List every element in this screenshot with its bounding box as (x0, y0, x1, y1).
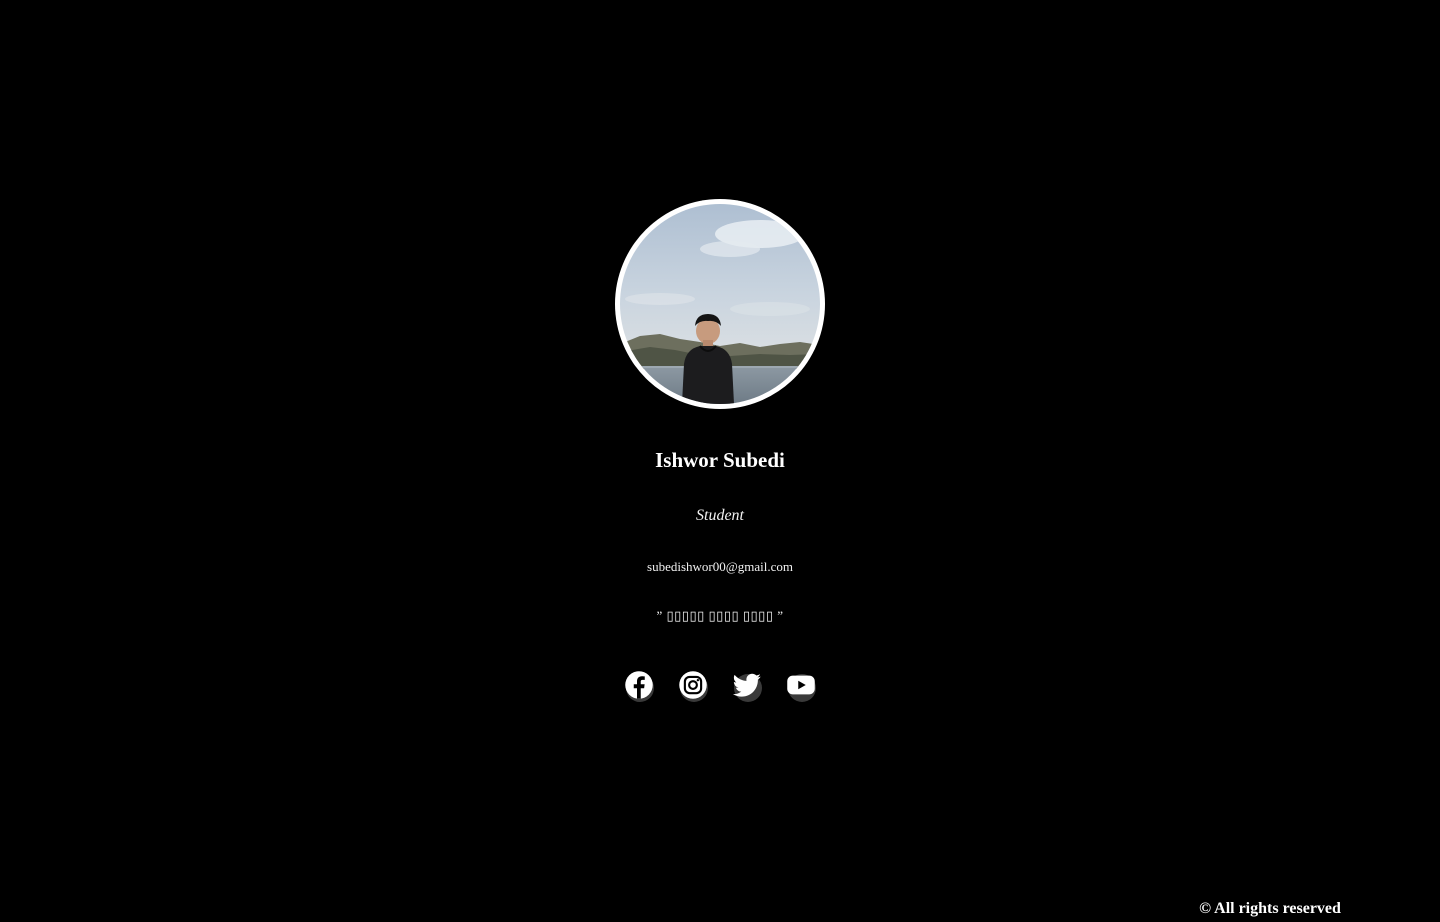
instagram-link[interactable] (676, 668, 710, 702)
facebook-link[interactable] (622, 668, 656, 702)
profile-name: Ishwor Subedi (655, 448, 785, 472)
social-links (622, 668, 822, 704)
twitter-icon (732, 673, 761, 697)
facebook-icon (625, 671, 653, 699)
youtube-icon (787, 675, 815, 695)
twitter-link[interactable] (730, 668, 764, 702)
copyright-text: © All rights reserved (1199, 900, 1341, 917)
profile-role: Student (696, 507, 744, 524)
youtube-link[interactable] (784, 668, 818, 702)
avatar-photo (620, 204, 820, 404)
profile-card: Ishwor Subedi Student subedishwor00@gmai… (0, 0, 1440, 922)
profile-quote: ” ▯▯▯▯▯ ▯▯▯▯ ▯▯▯▯ ” (656, 608, 784, 623)
profile-email: subedishwor00@gmail.com (647, 559, 793, 574)
instagram-icon (679, 671, 707, 699)
avatar (615, 199, 825, 409)
